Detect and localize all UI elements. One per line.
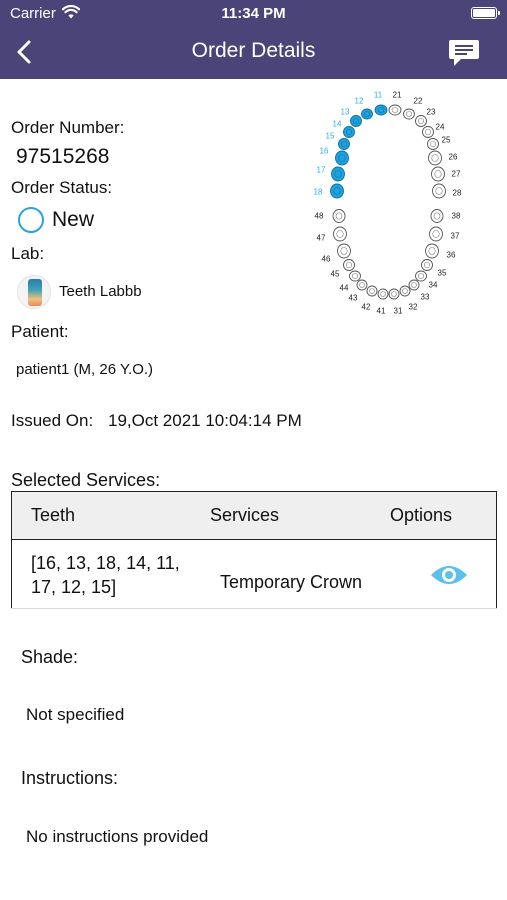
order-number-value: 97515268 bbox=[16, 145, 110, 168]
tooth-44[interactable] bbox=[349, 270, 361, 282]
chat-icon[interactable] bbox=[447, 37, 481, 69]
page-title: Order Details bbox=[191, 39, 316, 62]
row-teeth-line1: [16, 13, 18, 14, 11, bbox=[31, 553, 180, 573]
lab-label: Lab: bbox=[11, 244, 45, 263]
tooth-12[interactable] bbox=[361, 108, 373, 120]
tooth-number-14: 14 bbox=[333, 120, 342, 129]
tooth-22[interactable] bbox=[403, 108, 415, 120]
tooth-43[interactable] bbox=[356, 279, 368, 291]
tooth-number-16: 16 bbox=[320, 147, 329, 156]
tooth-number-25: 25 bbox=[442, 136, 451, 145]
tooth-35[interactable] bbox=[421, 259, 433, 271]
tooth-36[interactable] bbox=[425, 243, 439, 259]
tooth-41[interactable] bbox=[377, 288, 389, 300]
tooth-13[interactable] bbox=[350, 115, 362, 127]
tooth-number-43: 43 bbox=[349, 294, 358, 303]
tooth-number-48: 48 bbox=[315, 212, 324, 221]
tooth-38[interactable] bbox=[430, 209, 444, 223]
issued-on-label: Issued On: bbox=[11, 411, 94, 430]
tooth-number-33: 33 bbox=[421, 293, 430, 302]
tooth-27[interactable] bbox=[431, 166, 445, 182]
tooth-number-34: 34 bbox=[429, 281, 438, 290]
table-header: Teeth Services Options bbox=[12, 492, 496, 540]
row-service: Temporary Crown bbox=[220, 572, 363, 592]
tooth-23[interactable] bbox=[415, 115, 427, 127]
tooth-number-41: 41 bbox=[377, 307, 386, 316]
tooth-number-15: 15 bbox=[326, 132, 335, 141]
instructions-label: Instructions: bbox=[21, 768, 119, 788]
tooth-42[interactable] bbox=[366, 285, 378, 297]
tooth-number-26: 26 bbox=[449, 153, 458, 162]
tooth-46[interactable] bbox=[337, 243, 351, 259]
tooth-24[interactable] bbox=[422, 126, 434, 138]
header-services: Services bbox=[210, 505, 280, 525]
services-table: Teeth Services Options [16, 13, 18, 14, … bbox=[11, 491, 497, 609]
tooth-34[interactable] bbox=[415, 270, 427, 282]
tooth-14[interactable] bbox=[343, 126, 355, 138]
tooth-48[interactable] bbox=[332, 209, 346, 223]
shade-label: Shade: bbox=[21, 647, 79, 667]
row-teeth-line2: 17, 12, 15] bbox=[31, 577, 117, 597]
order-status-label: Order Status: bbox=[11, 178, 113, 197]
tooth-number-36: 36 bbox=[447, 251, 456, 260]
selected-services-title: Selected Services: bbox=[11, 470, 161, 490]
tooth-21[interactable] bbox=[388, 104, 402, 116]
tooth-16[interactable] bbox=[335, 150, 349, 166]
status-circle-icon bbox=[18, 207, 44, 233]
tooth-number-47: 47 bbox=[317, 234, 326, 243]
status-time: 11:34 PM bbox=[221, 5, 286, 22]
tooth-number-28: 28 bbox=[453, 189, 462, 198]
tooth-15[interactable] bbox=[338, 138, 350, 150]
tooth-number-18: 18 bbox=[314, 188, 323, 197]
top-bar: Carrier 11:34 PM Order Details bbox=[0, 0, 507, 79]
header-teeth: Teeth bbox=[31, 505, 76, 525]
tooth-18[interactable] bbox=[330, 183, 344, 199]
tooth-number-37: 37 bbox=[451, 232, 460, 241]
tooth-number-23: 23 bbox=[427, 108, 436, 117]
tooth-25[interactable] bbox=[427, 138, 439, 150]
eye-icon[interactable] bbox=[430, 560, 468, 590]
lab-name: Teeth Labbb bbox=[59, 283, 142, 300]
teeth-chart: 11 12 13 14 15 16 17 18 21 22 2324 25 26 27 28 31 3233 34… bbox=[314, 91, 462, 316]
tooth-11[interactable] bbox=[374, 104, 388, 116]
tooth-33[interactable] bbox=[408, 279, 420, 291]
order-status-value: New bbox=[52, 208, 95, 231]
tooth-number-42: 42 bbox=[362, 303, 371, 312]
tooth-17[interactable] bbox=[331, 166, 345, 182]
header-options: Options bbox=[390, 505, 453, 525]
tooth-number-11: 11 bbox=[374, 91, 383, 100]
shade-value: Not specified bbox=[26, 705, 125, 724]
tooth-number-38: 38 bbox=[452, 212, 461, 221]
battery-icon bbox=[471, 7, 500, 19]
tooth-number-45: 45 bbox=[331, 270, 340, 279]
tooth-26[interactable] bbox=[428, 150, 442, 166]
tooth-47[interactable] bbox=[333, 226, 347, 242]
instructions-value: No instructions provided bbox=[26, 827, 209, 846]
patient-value: patient1 (M, 26 Y.O.) bbox=[16, 361, 154, 378]
tooth-number-17: 17 bbox=[317, 166, 326, 175]
tooth-45[interactable] bbox=[343, 259, 355, 271]
tooth-number-35: 35 bbox=[438, 269, 447, 278]
issued-on-value: 19,Oct 2021 10:04:14 PM bbox=[108, 411, 302, 430]
patient-label: Patient: bbox=[11, 322, 69, 341]
tooth-number-44: 44 bbox=[340, 284, 349, 293]
tooth-number-27: 27 bbox=[452, 170, 461, 179]
tooth-number-31: 31 bbox=[394, 307, 403, 316]
table-divider bbox=[11, 608, 497, 609]
tooth-number-32: 32 bbox=[409, 303, 418, 312]
tooth-32[interactable] bbox=[399, 285, 411, 297]
tooth-31[interactable] bbox=[388, 288, 400, 300]
tooth-number-22: 22 bbox=[414, 97, 423, 106]
tooth-37[interactable] bbox=[429, 226, 443, 242]
tooth-number-46: 46 bbox=[322, 255, 331, 264]
tooth-number-13: 13 bbox=[341, 108, 350, 117]
order-number-label: Order Number: bbox=[11, 118, 125, 137]
tooth-28[interactable] bbox=[432, 183, 446, 199]
tooth-number-21: 21 bbox=[393, 91, 402, 100]
lab-avatar bbox=[17, 275, 51, 309]
teeth-layer bbox=[330, 104, 446, 300]
tooth-number-24: 24 bbox=[436, 123, 445, 132]
tooth-number-12: 12 bbox=[355, 97, 364, 106]
tooth-numbers-layer: 11 12 13 14 15 16 17 18 21 22 2324 25 26 27 28 31 3233 34… bbox=[314, 91, 462, 316]
